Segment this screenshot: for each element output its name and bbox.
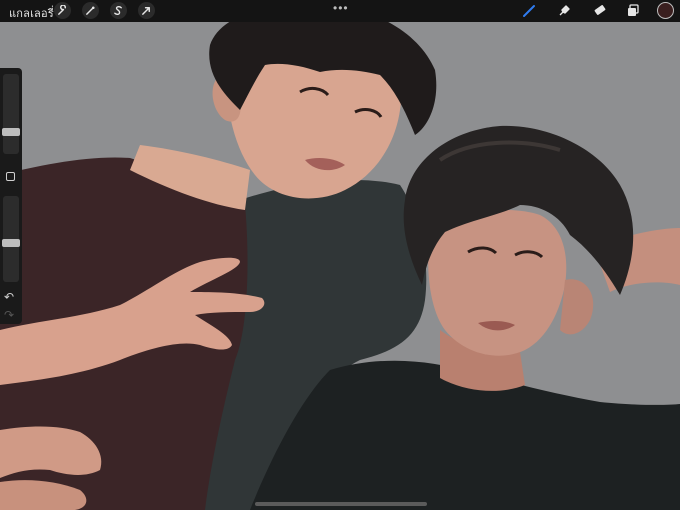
layers-icon[interactable] <box>624 2 642 20</box>
home-indicator <box>255 502 427 506</box>
undo-icon[interactable]: ↶ <box>4 290 14 304</box>
artwork-illustration <box>0 22 680 510</box>
adjustments-wand-icon[interactable] <box>82 2 99 19</box>
wrench-icon[interactable] <box>54 2 71 19</box>
opacity-slider[interactable] <box>2 196 20 282</box>
brush-size-handle[interactable] <box>2 128 20 136</box>
opacity-handle[interactable] <box>2 238 20 247</box>
more-options-icon[interactable]: ••• <box>333 1 349 15</box>
brush-size-slider[interactable] <box>2 74 20 154</box>
redo-icon[interactable]: ↷ <box>4 308 14 322</box>
brush-sidebar: ↶ ↷ <box>0 68 22 324</box>
selection-s-icon[interactable] <box>110 2 127 19</box>
eraser-icon[interactable] <box>590 2 608 20</box>
modify-button[interactable] <box>6 172 15 181</box>
drawing-canvas[interactable]: ↶ ↷ <box>0 22 680 510</box>
transform-arrow-icon[interactable] <box>138 2 155 19</box>
top-toolbar: แกลเลอรี่ ••• <box>0 0 680 22</box>
brush-icon[interactable] <box>520 2 538 20</box>
color-picker-swatch[interactable] <box>657 2 674 19</box>
gallery-button[interactable]: แกลเลอรี่ <box>9 4 54 22</box>
smudge-icon[interactable] <box>555 2 573 20</box>
